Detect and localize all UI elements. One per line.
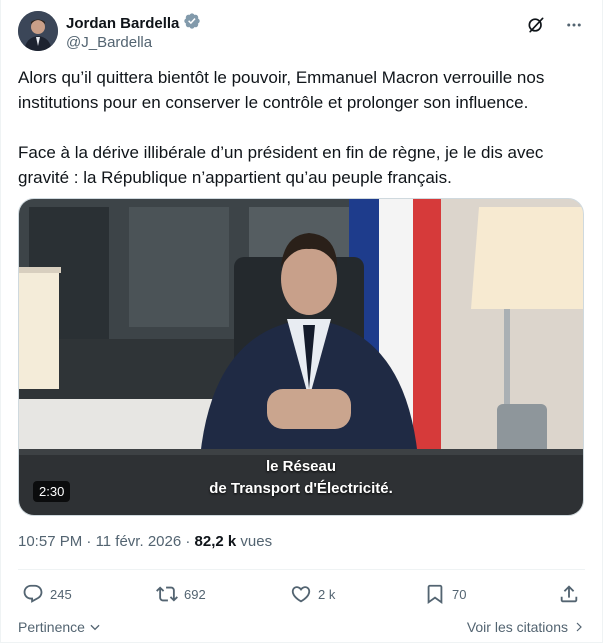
sort-label: Pertinence xyxy=(18,619,85,635)
bookmark-count: 70 xyxy=(452,586,467,602)
chevron-right-icon xyxy=(576,622,582,632)
heart-icon xyxy=(291,586,311,603)
quotes-label: Voir les citations xyxy=(466,619,568,635)
share-button[interactable] xyxy=(558,583,580,605)
action-bar: 245 692 2 k 70 xyxy=(18,583,585,611)
sort-dropdown[interactable]: Pertinence xyxy=(18,619,102,635)
like-button[interactable]: 2 k xyxy=(290,583,335,605)
tweet-text: Alors qu’il quittera bientôt le pouvoir,… xyxy=(18,65,584,190)
tweet-date[interactable]: 11 févr. 2026 xyxy=(96,533,182,550)
meta-separator: · xyxy=(86,533,92,550)
bookmark-button[interactable]: 70 xyxy=(424,583,466,605)
views-count: 82,2 k xyxy=(194,533,237,550)
repost-icon xyxy=(156,586,178,602)
video-caption: le Réseau de Transport d'Électricité. xyxy=(19,456,583,500)
grok-icon[interactable] xyxy=(525,14,547,36)
reply-count: 245 xyxy=(50,586,72,602)
repost-button[interactable]: 692 xyxy=(156,583,206,605)
verified-badge-icon xyxy=(183,12,201,35)
tweet-time[interactable]: 10:57 PM xyxy=(18,533,82,550)
like-count: 2 k xyxy=(318,586,336,602)
caption-line: le Réseau xyxy=(265,458,337,475)
tweet-header: Jordan Bardella @J_Bardella xyxy=(18,10,585,56)
chevron-down-icon xyxy=(90,624,100,631)
tweet-meta: 10:57 PM · 11 févr. 2026 · 82,2 k vues xyxy=(18,533,272,550)
share-icon xyxy=(560,585,578,603)
meta-separator: · xyxy=(185,533,191,550)
reply-icon xyxy=(23,584,43,603)
view-quotes-link[interactable]: Voir les citations xyxy=(467,619,585,635)
bookmark-icon xyxy=(427,584,443,605)
handle[interactable]: @J_Bardella xyxy=(66,34,152,51)
avatar[interactable] xyxy=(18,11,58,51)
video-player[interactable]: le Réseau de Transport d'Électricité. 2:… xyxy=(18,198,584,516)
repost-count: 692 xyxy=(184,586,206,602)
caption-line: de Transport d'Électricité. xyxy=(209,480,393,497)
reply-button[interactable]: 245 xyxy=(22,583,72,605)
views-label: vues xyxy=(240,533,273,550)
divider xyxy=(18,569,585,570)
tweet-paragraph: Face à la dérive illibérale d’un préside… xyxy=(18,143,544,187)
display-name[interactable]: Jordan Bardella xyxy=(66,15,179,32)
more-options-icon[interactable] xyxy=(563,14,585,36)
tweet-paragraph: Alors qu’il quittera bientôt le pouvoir,… xyxy=(18,68,545,112)
video-duration: 2:30 xyxy=(33,481,71,502)
